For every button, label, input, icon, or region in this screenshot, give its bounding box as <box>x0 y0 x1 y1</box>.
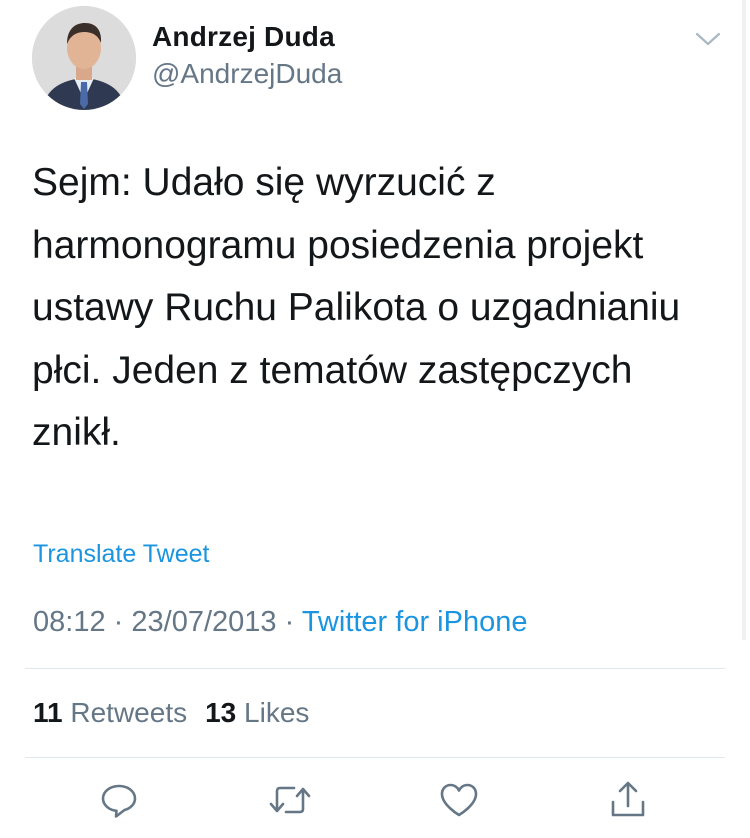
translate-tweet-link[interactable]: Translate Tweet <box>33 540 209 569</box>
retweet-icon <box>269 786 311 814</box>
likes-stat[interactable]: 13 Likes <box>205 697 309 728</box>
tweet-text: Sejm: Udało się wyrzucić z harmonogramu … <box>32 161 681 454</box>
tweet-meta: 08:12 · 23/07/2013 · Twitter for iPhone <box>33 606 527 639</box>
chevron-down-icon[interactable] <box>693 28 723 50</box>
retweets-stat[interactable]: 11 Retweets <box>33 697 187 728</box>
tweet-date: 23/07/2013 <box>131 606 277 638</box>
retweet-button[interactable] <box>268 780 311 820</box>
retweets-label: Retweets <box>70 697 188 728</box>
meta-separator: · <box>284 606 295 638</box>
display-name[interactable]: Andrzej Duda <box>152 21 335 53</box>
share-icon <box>611 781 645 817</box>
scrollbar[interactable] <box>742 0 746 640</box>
tweet-time: 08:12 <box>33 606 106 638</box>
heart-icon <box>440 783 478 817</box>
meta-separator: · <box>113 606 124 638</box>
reply-button[interactable] <box>99 780 139 820</box>
user-handle[interactable]: @AndrzejDuda <box>152 58 342 90</box>
likes-label: Likes <box>244 697 310 728</box>
retweets-count: 11 <box>33 697 63 728</box>
divider <box>25 668 725 669</box>
tweet-source-link[interactable]: Twitter for iPhone <box>302 606 528 638</box>
avatar[interactable] <box>32 6 136 110</box>
avatar-photo <box>32 6 136 110</box>
like-button[interactable] <box>438 780 478 820</box>
reply-icon <box>101 784 137 818</box>
divider <box>25 757 725 758</box>
engagement-stats: 11 Retweets 13 Likes <box>33 697 309 729</box>
share-button[interactable] <box>608 780 648 820</box>
likes-count: 13 <box>205 697 237 728</box>
